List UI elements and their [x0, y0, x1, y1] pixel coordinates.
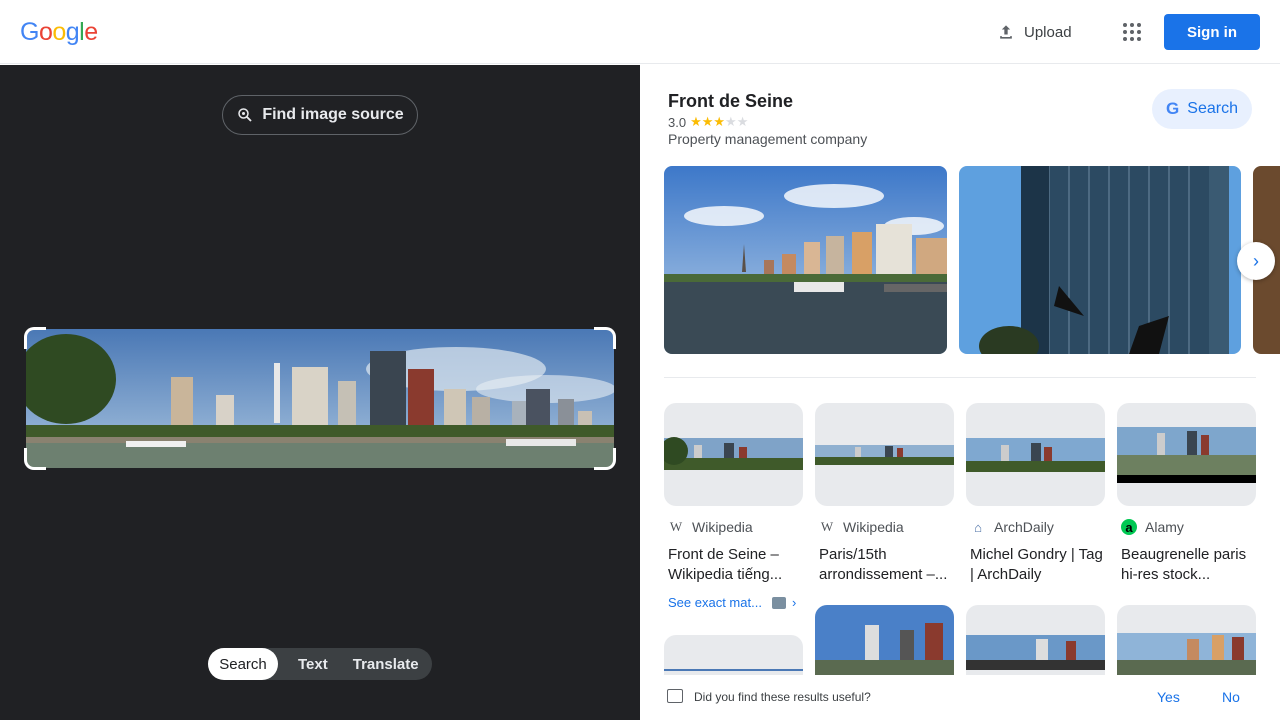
wikipedia-icon: W	[820, 519, 834, 534]
result-card[interactable]	[664, 635, 803, 675]
upload-button[interactable]: Upload	[984, 14, 1084, 50]
header: Google Upload Sign in	[0, 0, 1280, 64]
result-source: W Wikipedia	[668, 519, 753, 535]
result-card[interactable]: W Wikipedia Paris/15th arrondissement –.…	[815, 403, 954, 593]
entity-search-label: Search	[1187, 100, 1238, 117]
entity-image[interactable]	[664, 166, 947, 354]
entity-search-button[interactable]: G Search	[1152, 89, 1252, 129]
feedback-bar: Did you find these results useful? Yes N…	[640, 675, 1280, 720]
crop-handle-top-left[interactable]	[24, 327, 46, 349]
upload-label: Upload	[1024, 23, 1072, 41]
result-source: ⌂ ArchDaily	[970, 519, 1054, 535]
google-logo[interactable]: Google	[20, 18, 98, 47]
logo-letter: o	[38, 18, 53, 46]
result-source-name: ArchDaily	[994, 519, 1054, 535]
sign-in-button[interactable]: Sign in	[1164, 14, 1260, 50]
result-card[interactable]: a Alamy Beaugrenelle paris hi-res stock.…	[1117, 403, 1256, 593]
entity-image[interactable]	[959, 166, 1241, 354]
logo-letter: G	[20, 18, 39, 46]
divider	[664, 377, 1256, 378]
result-thumbnail	[966, 403, 1105, 506]
tab-search[interactable]: Search	[208, 648, 278, 680]
lens-search-icon	[238, 108, 252, 122]
result-card[interactable]	[966, 605, 1105, 675]
archdaily-icon: ⌂	[974, 519, 982, 535]
entity-rating: 3.0 ★★★★★	[668, 114, 748, 130]
result-card[interactable]	[1117, 605, 1256, 675]
find-source-label: Find image source	[262, 106, 404, 123]
results-pane: Front de Seine 3.0 ★★★★★ Property manage…	[640, 65, 1280, 720]
crop-handle-bottom-right[interactable]	[594, 448, 616, 470]
crop-handle-bottom-left[interactable]	[24, 448, 46, 470]
chevron-right-icon: ›	[791, 595, 797, 610]
image-pane: Find image source Search Text Translate	[0, 65, 640, 720]
tab-translate[interactable]: Translate	[341, 648, 431, 680]
wikipedia-icon: W	[669, 519, 683, 534]
rating-value: 3.0	[668, 114, 687, 130]
result-source-name: Wikipedia	[692, 519, 753, 535]
logo-letter: o	[52, 18, 66, 46]
result-title[interactable]: Beaugrenelle paris hi-res stock...	[1121, 545, 1255, 585]
star-rating-icon: ★★★★★	[690, 114, 749, 129]
result-source-name: Alamy	[1145, 519, 1184, 535]
apps-grid-icon[interactable]	[1116, 16, 1148, 48]
result-title[interactable]: Front de Seine – Wikipedia tiếng...	[668, 545, 802, 585]
feedback-question: Did you find these results useful?	[694, 690, 871, 704]
mode-tabs: Search Text Translate	[208, 648, 432, 680]
find-image-source-button[interactable]: Find image source	[222, 95, 418, 135]
chevron-right-icon[interactable]: ›	[1237, 242, 1275, 280]
google-g-icon: G	[1166, 99, 1180, 118]
result-title[interactable]: Michel Gondry | Tag | ArchDaily	[970, 545, 1104, 585]
entity-category: Property management company	[668, 131, 868, 147]
exact-match-thumbnail	[771, 596, 786, 609]
result-card[interactable]	[815, 605, 954, 675]
result-thumbnail	[815, 403, 954, 506]
entity-title[interactable]: Front de Seine	[668, 91, 793, 112]
result-title[interactable]: Paris/15th arrondissement –...	[819, 545, 953, 585]
result-source: a Alamy	[1121, 519, 1184, 535]
alamy-icon: a	[1121, 519, 1137, 535]
logo-letter: g	[65, 18, 80, 46]
feedback-yes-button[interactable]: Yes	[1157, 689, 1180, 705]
result-thumbnail	[1117, 403, 1256, 506]
tab-text[interactable]: Text	[278, 648, 341, 680]
query-image	[26, 329, 614, 468]
upload-icon	[1000, 25, 1012, 39]
see-exact-label: See exact mat...	[668, 595, 762, 610]
crop-handle-top-right[interactable]	[594, 327, 616, 349]
see-exact-matches-link[interactable]: See exact mat... ›	[668, 595, 796, 610]
logo-letter: e	[84, 18, 98, 46]
feedback-no-button[interactable]: No	[1222, 689, 1240, 705]
result-source-name: Wikipedia	[843, 519, 904, 535]
result-card[interactable]: ⌂ ArchDaily Michel Gondry | Tag | ArchDa…	[966, 403, 1105, 593]
result-card[interactable]: W Wikipedia Front de Seine – Wikipedia t…	[664, 403, 803, 593]
result-source: W Wikipedia	[819, 519, 904, 535]
result-thumbnail	[664, 403, 803, 506]
crop-selection[interactable]	[24, 327, 616, 470]
feedback-icon	[667, 689, 683, 703]
